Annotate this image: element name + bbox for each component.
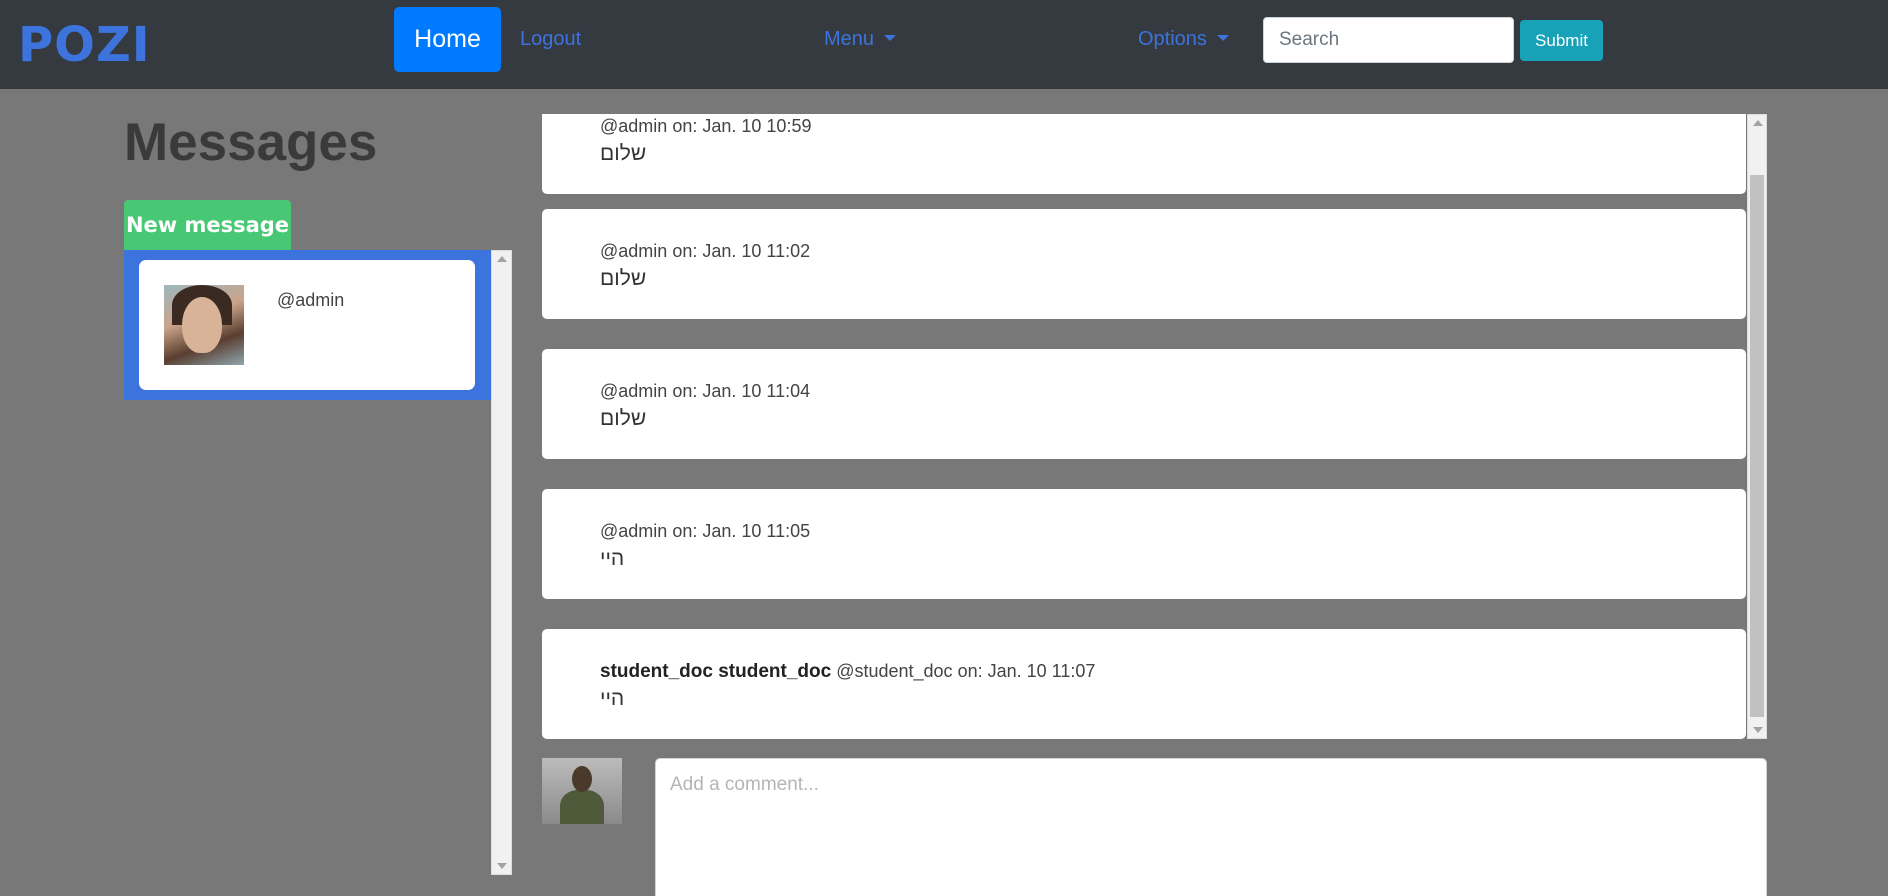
message-handle: @admin — [600, 116, 668, 136]
scroll-down-icon[interactable] — [1753, 727, 1763, 733]
scroll-up-icon[interactable] — [1753, 120, 1763, 126]
message-time: Jan. 10 11:04 — [702, 381, 811, 401]
chevron-down-icon — [884, 34, 897, 41]
message-handle: @admin — [600, 521, 668, 541]
scroll-up-icon[interactable] — [497, 256, 507, 262]
current-user-avatar — [542, 758, 622, 824]
message-text: היי — [600, 687, 625, 710]
message-text: שלום — [600, 407, 647, 430]
submit-button[interactable]: Submit — [1520, 20, 1603, 61]
message-card: @admin on: Jan. 10 11:05 היי — [542, 489, 1746, 599]
message-card: @admin on: Jan. 10 10:59 שלום — [542, 114, 1746, 194]
message-on-label: on: — [957, 661, 983, 681]
top-navbar: POZI Home Logout Menu Options Submit — [0, 0, 1888, 89]
message-text: שלום — [600, 267, 647, 290]
message-on-label: on: — [672, 381, 698, 401]
page-title: Messages — [124, 113, 378, 172]
scrollbar-thumb[interactable] — [1750, 175, 1764, 717]
search-input[interactable] — [1263, 17, 1514, 63]
message-meta: @admin on: Jan. 10 11:05 — [600, 521, 810, 542]
contact-handle: @admin — [277, 290, 345, 310]
menu-dropdown[interactable]: Menu — [824, 26, 897, 52]
chevron-down-icon — [1216, 34, 1229, 41]
message-card: student_doc student_doc @student_doc on:… — [542, 629, 1746, 739]
logout-link[interactable]: Logout — [520, 26, 581, 52]
menu-dropdown-label: Menu — [824, 28, 875, 50]
message-text: שלום — [600, 142, 647, 165]
message-handle: @admin — [600, 381, 668, 401]
new-message-button[interactable]: New message — [124, 200, 291, 250]
brand-logo[interactable]: POZI — [18, 18, 151, 72]
message-time: Jan. 10 10:59 — [702, 116, 812, 136]
message-meta: @admin on: Jan. 10 11:02 — [600, 241, 810, 262]
comment-input[interactable] — [655, 758, 1767, 896]
message-handle: @admin — [600, 241, 668, 261]
message-handle: @student_doc — [836, 661, 953, 681]
message-on-label: on: — [672, 241, 698, 261]
contact-list: @admin — [124, 250, 491, 400]
message-time: Jan. 10 11:07 — [987, 661, 1096, 681]
message-thread: @admin on: Jan. 10 10:59 שלום @admin on:… — [542, 114, 1767, 739]
message-meta: student_doc student_doc @student_doc on:… — [600, 661, 1095, 683]
message-thread-scrollbar[interactable] — [1747, 114, 1767, 739]
avatar — [164, 285, 244, 365]
contact-list-scrollbar[interactable] — [491, 250, 512, 875]
message-on-label: on: — [672, 521, 698, 541]
message-author-name: student_doc student_doc — [600, 661, 832, 682]
scroll-down-icon[interactable] — [497, 863, 507, 869]
message-on-label: on: — [672, 116, 698, 136]
home-button[interactable]: Home — [394, 7, 501, 72]
options-dropdown[interactable]: Options — [1138, 26, 1229, 52]
message-meta: @admin on: Jan. 10 11:04 — [600, 381, 810, 402]
message-text: היי — [600, 547, 625, 570]
message-meta: @admin on: Jan. 10 10:59 — [600, 116, 811, 137]
message-time: Jan. 10 11:02 — [702, 241, 811, 261]
message-card: @admin on: Jan. 10 11:04 שלום — [542, 349, 1746, 459]
options-dropdown-label: Options — [1138, 28, 1207, 50]
message-time: Jan. 10 11:05 — [702, 521, 811, 541]
message-card: @admin on: Jan. 10 11:02 שלום — [542, 209, 1746, 319]
contact-item[interactable]: @admin — [139, 260, 475, 390]
